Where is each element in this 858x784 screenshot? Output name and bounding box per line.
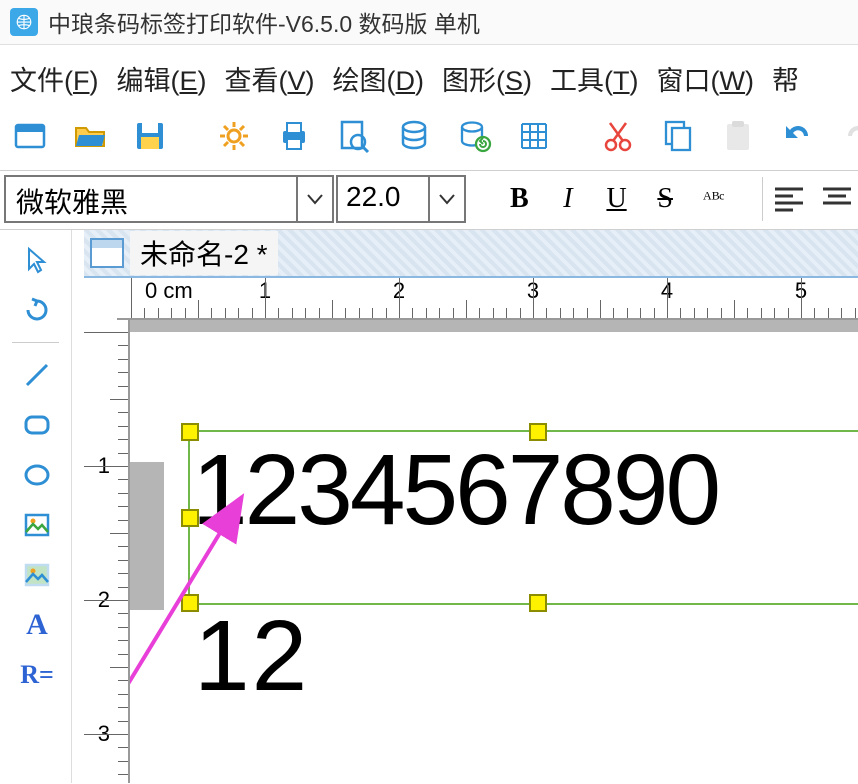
font-size-select[interactable]: 22.0 (336, 175, 466, 223)
formatbar: 微软雅黑 22.0 B I U S ᴬᴮᶜ (0, 171, 858, 230)
italic-button[interactable]: I (551, 177, 586, 221)
menu-tool[interactable]: 工具(T) (550, 59, 639, 98)
database-refresh-button[interactable] (456, 116, 492, 156)
grid-button[interactable] (516, 116, 552, 156)
canvas[interactable]: 1234567890 12 (130, 320, 858, 783)
print-preview-button[interactable] (336, 116, 372, 156)
tool-image[interactable] (12, 503, 62, 547)
copy-button[interactable] (660, 116, 696, 156)
tool-rotate[interactable] (12, 288, 62, 332)
menu-edit[interactable]: 编辑(E) (117, 59, 207, 98)
new-button[interactable] (12, 116, 48, 156)
document-tab-icon (90, 238, 124, 268)
document-tab-label: 未命名-2 * (130, 231, 278, 275)
underline-button[interactable]: U (599, 177, 634, 221)
resize-handle-bc[interactable] (529, 594, 547, 612)
tool-ellipse[interactable] (12, 453, 62, 497)
font-size-value: 22.0 (338, 177, 428, 221)
menu-help[interactable]: 帮 (772, 59, 799, 98)
database-button[interactable] (396, 116, 432, 156)
vertical-ruler[interactable]: 123 (84, 320, 130, 783)
font-name-select[interactable]: 微软雅黑 (4, 175, 334, 223)
document-tab[interactable]: 未命名-2 * (84, 230, 858, 278)
font-size-dropdown-icon[interactable] (428, 177, 464, 221)
tool-image-link[interactable] (12, 553, 62, 597)
settings-button[interactable] (216, 116, 252, 156)
selected-text-object[interactable]: 1234567890 (188, 430, 858, 605)
font-name-dropdown-icon[interactable] (296, 177, 332, 221)
align-left-button[interactable] (762, 177, 805, 221)
menu-view[interactable]: 查看(V) (225, 59, 315, 98)
menu-draw[interactable]: 绘图(D) (333, 59, 425, 98)
undo-button[interactable] (780, 116, 816, 156)
tool-pointer[interactable] (12, 238, 62, 282)
font-name-value: 微软雅黑 (6, 177, 296, 221)
tool-line[interactable] (12, 353, 62, 397)
tool-text[interactable]: A (12, 603, 62, 647)
resize-handle-tl[interactable] (181, 423, 199, 441)
menu-file[interactable]: 文件(F) (10, 59, 99, 98)
tool-richtext[interactable]: R= (12, 653, 62, 697)
side-toolbar: A R= (0, 230, 72, 783)
resize-handle-tc[interactable] (529, 423, 547, 441)
redo-button[interactable] (840, 116, 858, 156)
workspace: A R= 未命名-2 * 0 cm12345 123 1234567890 (0, 230, 858, 783)
menu-window[interactable]: 窗口(W) (657, 59, 754, 98)
text-content-sub: 12 (194, 606, 309, 706)
align-center-button[interactable] (819, 177, 854, 221)
paste-button[interactable] (720, 116, 756, 156)
save-button[interactable] (132, 116, 168, 156)
app-icon (10, 8, 38, 36)
horizontal-ruler[interactable]: 0 cm12345 (117, 278, 858, 320)
print-button[interactable] (276, 116, 312, 156)
toolbar (0, 108, 858, 171)
text-content-main: 1234567890 (190, 432, 858, 548)
cut-button[interactable] (600, 116, 636, 156)
resize-handle-ml[interactable] (181, 509, 199, 527)
app-title: 中琅条码标签打印软件-V6.5.0 数码版 单机 (48, 5, 480, 39)
bold-button[interactable]: B (502, 177, 537, 221)
menu-graphic[interactable]: 图形(S) (442, 59, 532, 98)
open-button[interactable] (72, 116, 108, 156)
case-button[interactable]: ᴬᴮᶜ (696, 177, 731, 221)
strike-button[interactable]: S (648, 177, 683, 221)
titlebar: 中琅条码标签打印软件-V6.5.0 数码版 单机 (0, 0, 858, 45)
menubar: 文件(F) 编辑(E) 查看(V) 绘图(D) 图形(S) 工具(T) 窗口(W… (0, 45, 858, 108)
canvas-area: 未命名-2 * 0 cm12345 123 1234567890 12 (72, 230, 858, 783)
tool-roundrect[interactable] (12, 403, 62, 447)
